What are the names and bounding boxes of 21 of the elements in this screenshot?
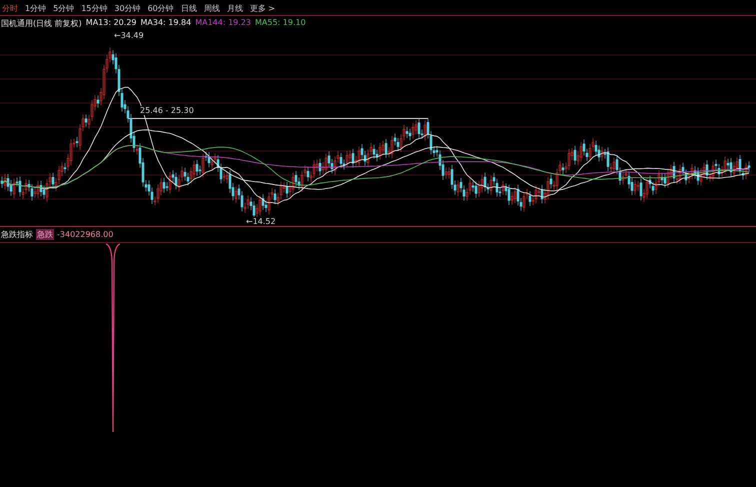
price-range-label: 25.46 - 25.30 (140, 106, 194, 116)
indicator-reading: -34022968.00 (57, 230, 114, 239)
stock-title: 国机通用(日线 前复权) (1, 18, 82, 29)
moving-average-label: MA34: 19.84 (140, 18, 192, 29)
moving-average-label: MA55: 19.10 (255, 18, 306, 29)
period-tab[interactable]: 1分钟 (25, 3, 46, 14)
period-tab[interactable]: 周线 (204, 3, 220, 14)
low-price-label: ←14.52 (246, 217, 276, 226)
period-tab[interactable]: 30分钟 (114, 3, 141, 14)
moving-average-label: MA13: 20.29 (86, 18, 136, 29)
period-tab[interactable]: 15分钟 (81, 3, 108, 14)
period-tab[interactable]: 更多 > (250, 3, 275, 14)
period-tab[interactable]: 月线 (226, 3, 243, 14)
moving-average-label: MA144: 19.23 (195, 18, 251, 29)
indicator-series-name: 急跌 (36, 229, 54, 240)
high-price-label: ←34.49 (114, 31, 144, 40)
period-tab[interactable]: 60分钟 (148, 3, 174, 14)
indicator-title: 急跌指标 (1, 229, 33, 240)
period-tab[interactable]: 5分钟 (53, 3, 74, 14)
period-tab[interactable]: 日线 (180, 3, 197, 14)
period-tab[interactable]: 分时 (2, 3, 18, 14)
